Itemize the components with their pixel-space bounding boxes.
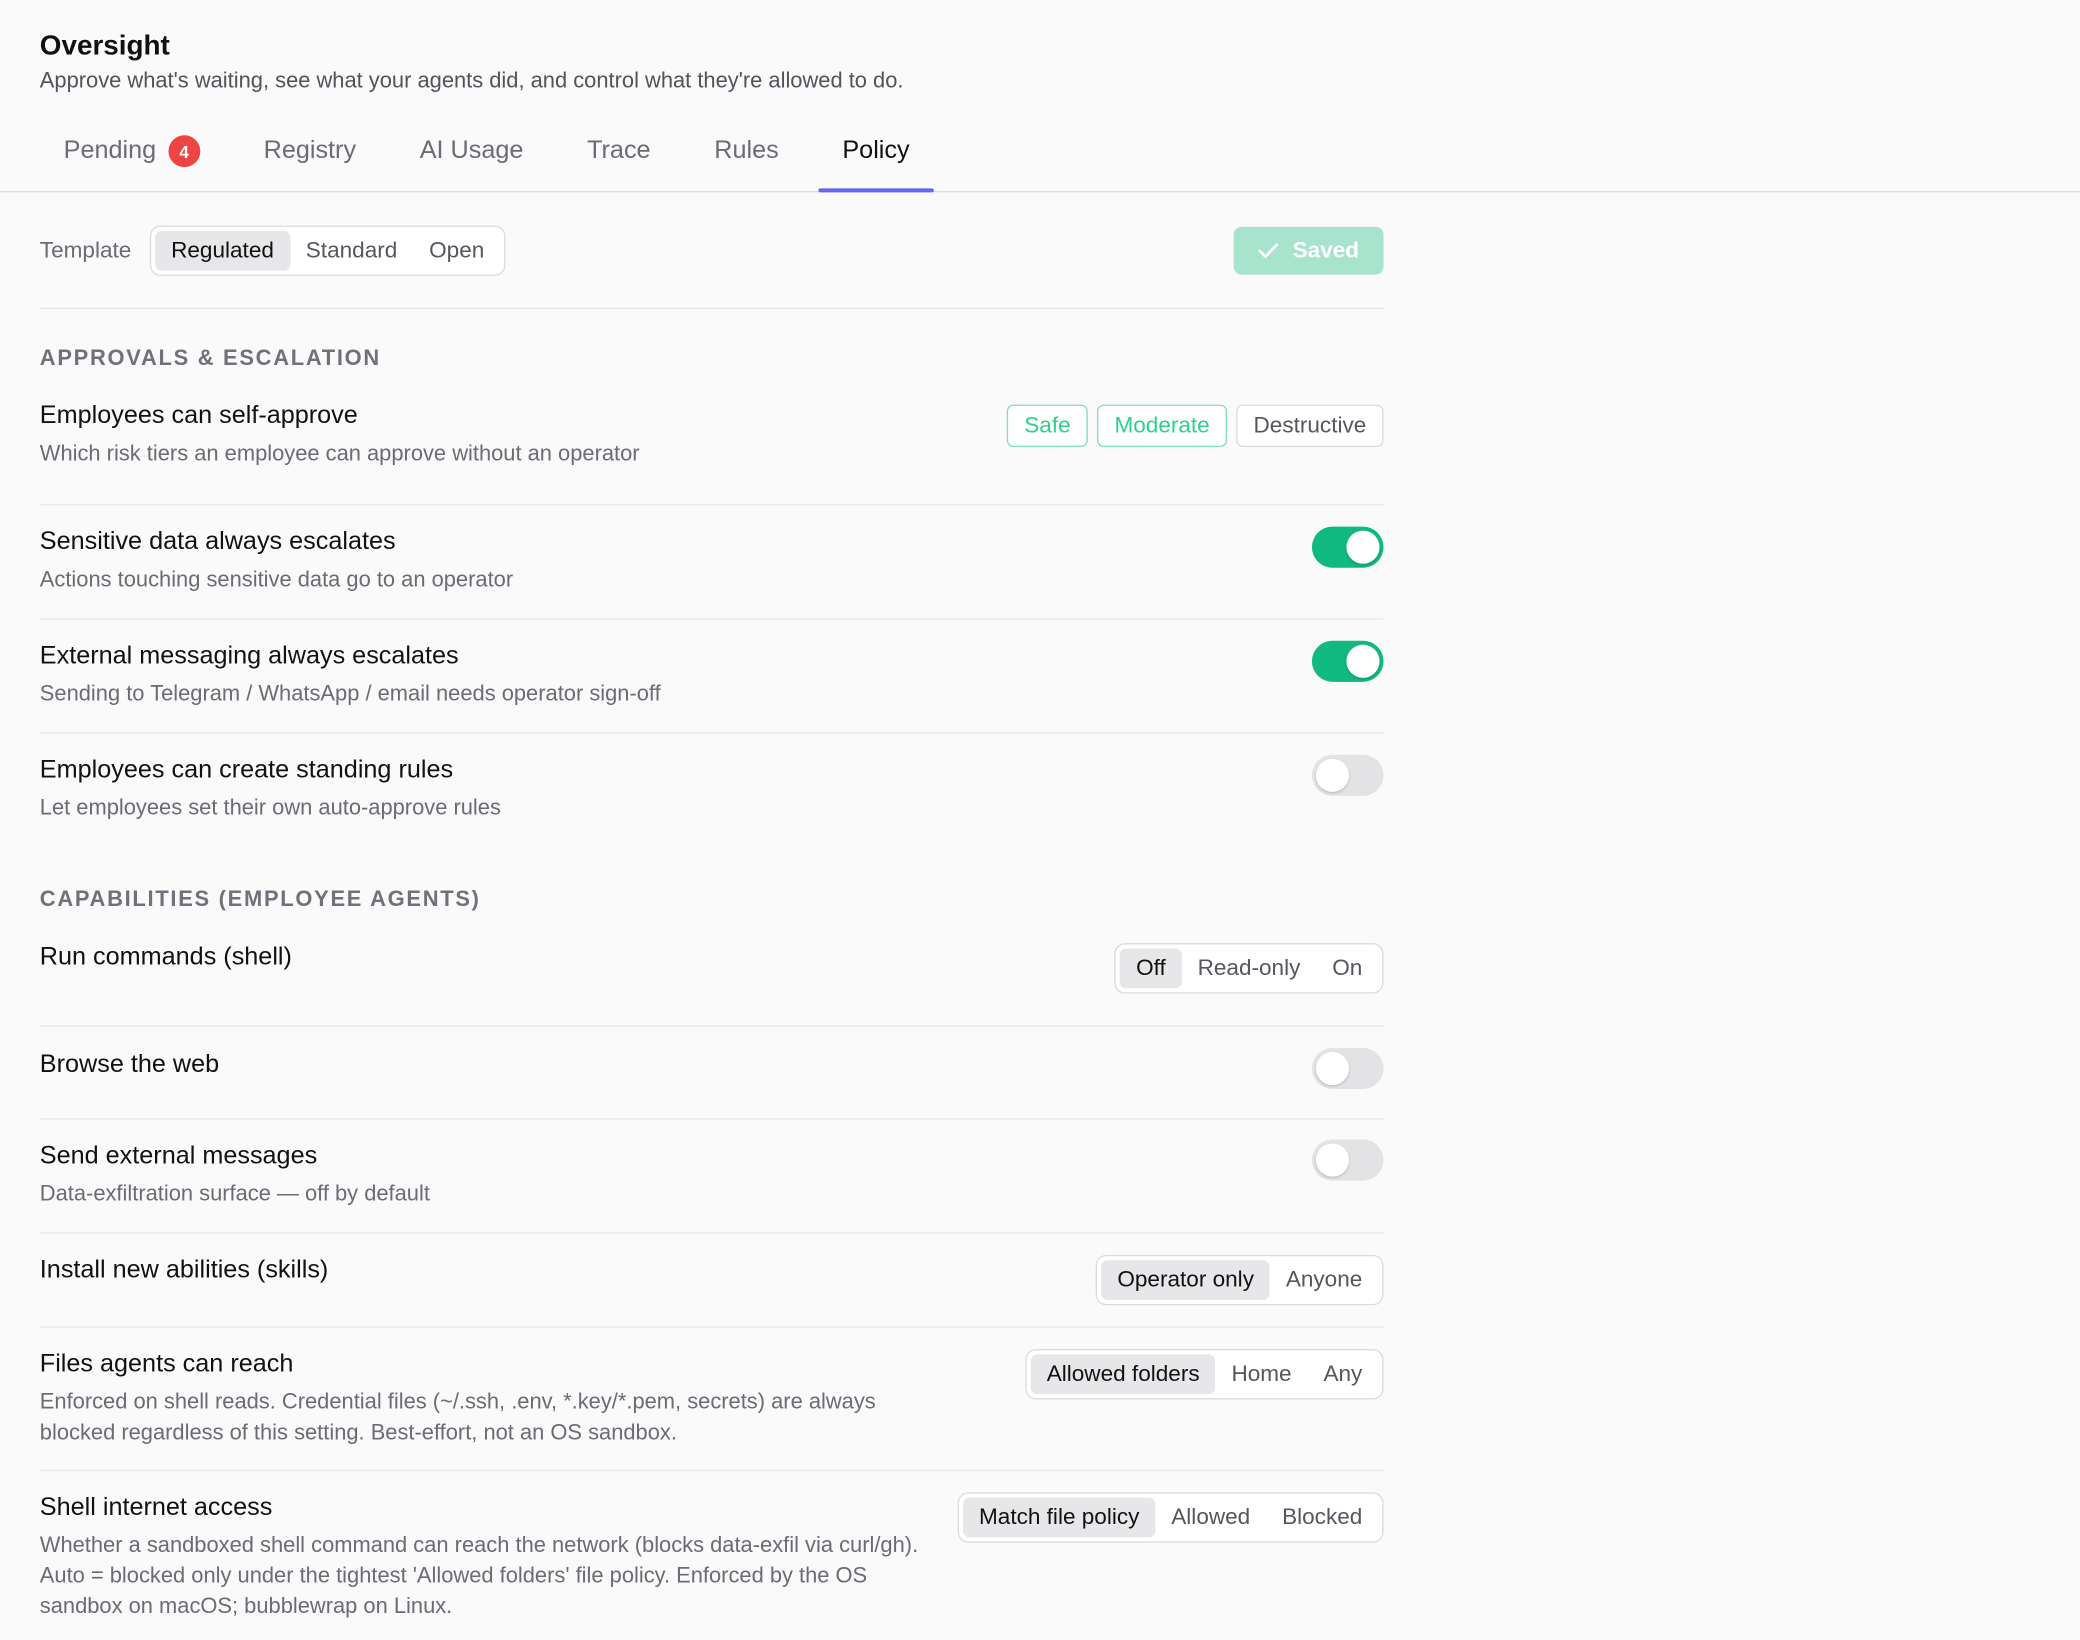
shell-option-on[interactable]: On [1316,948,1378,988]
toggle-knob [1315,758,1350,792]
template-label: Template [39,236,132,262]
skills-option-operator-only[interactable]: Operator only [1101,1260,1270,1300]
files-option-any[interactable]: Any [1308,1354,1379,1394]
chip-destructive[interactable]: Destructive [1236,404,1384,448]
template-segmented-control: Regulated Standard Open [149,224,506,276]
toggle-knob [1346,530,1380,564]
check-icon [1258,242,1279,258]
send-messages-toggle[interactable] [1311,1139,1384,1181]
tab-trace[interactable]: Trace [547,111,674,191]
template-option-regulated[interactable]: Regulated [155,230,290,270]
policy-content: Template Regulated Standard Open Saved A… [39,192,1384,1640]
capabilities-section-title: Capabilities (Employee Agents) [39,887,481,912]
saved-button[interactable]: Saved [1233,226,1384,274]
files-segmented-control: Allowed folders Home Any [1025,1349,1384,1400]
setting-install-skills: Install new abilities (skills) Operator … [39,1234,1384,1328]
setting-description: Enforced on shell reads. Credential file… [39,1390,876,1445]
toggle-knob [1315,1143,1350,1177]
tab-policy[interactable]: Policy [818,111,934,193]
setting-description: Let employees set their own auto-approve… [39,795,501,820]
approvals-section-title: Approvals & Escalation [39,346,381,371]
page-header: Oversight Approve what's waiting, see wh… [0,0,2080,96]
skills-option-anyone[interactable]: Anyone [1270,1260,1378,1300]
setting-label: Sensitive data always escalates [39,527,396,556]
internet-option-match-file-policy[interactable]: Match file policy [963,1497,1156,1538]
setting-label: Employees can create standing rules [39,756,454,784]
external-messaging-toggle[interactable] [1311,640,1384,682]
setting-text: Files agents can reach Enforced on shell… [40,1328,955,1470]
tab-pending[interactable]: Pending 4 [24,111,224,191]
skills-segmented-control: Operator only Anyone [1096,1254,1384,1306]
files-option-home[interactable]: Home [1216,1354,1308,1394]
page-title: Oversight [39,30,170,62]
internet-option-allowed[interactable]: Allowed [1155,1498,1266,1538]
tab-label: Pending [63,136,157,165]
toggle-knob [1346,644,1380,678]
setting-self-approve: Employees can self-approve Which risk ti… [39,379,1384,506]
tab-label: AI Usage [419,136,524,165]
template-row: Template Regulated Standard Open Saved [39,192,1384,310]
setting-text: External messaging always escalates Send… [40,619,661,732]
setting-label: Shell internet access [39,1493,273,1522]
sensitive-data-toggle[interactable] [1311,526,1384,568]
oversight-page: Oversight Approve what's waiting, see wh… [0,0,2080,1640]
template-option-standard[interactable]: Standard [290,230,413,270]
setting-run-commands: Run commands (shell) Off Read-only On [39,921,1384,1027]
setting-label: Install new abilities (skills) [39,1256,329,1285]
setting-sensitive-data: Sensitive data always escalates Actions … [39,505,1384,620]
template-option-open[interactable]: Open [413,230,500,270]
setting-label: Employees can self-approve [39,401,358,430]
chip-safe[interactable]: Safe [1007,404,1088,448]
setting-text: Run commands (shell) [40,921,292,1026]
tab-ai-usage[interactable]: AI Usage [380,111,547,191]
setting-standing-rules: Employees can create standing rules Let … [40,734,1384,848]
internet-segmented-control: Match file policy Allowed Blocked [957,1492,1384,1543]
standing-rules-toggle[interactable] [1311,754,1384,796]
tab-bar: Pending 4 Registry AI Usage Trace Rules … [0,111,2080,193]
setting-description: Which risk tiers an employee can approve… [39,441,640,466]
setting-browse-web: Browse the web [39,1027,1384,1120]
setting-description: Actions touching sensitive data go to an… [39,567,514,592]
shell-mode-segmented-control: Off Read-only On [1114,943,1384,994]
setting-files-reach: Files agents can reach Enforced on shell… [39,1328,1384,1472]
setting-shell-internet: Shell internet access Whether a sandboxe… [40,1471,1384,1640]
tab-label: Registry [263,136,357,165]
shell-option-off[interactable]: Off [1120,948,1182,989]
template-selector: Template Regulated Standard Open [39,224,506,276]
saved-label: Saved [1292,236,1360,262]
setting-description: Whether a sandboxed shell command can re… [39,1533,919,1619]
risk-tier-chips: Safe Moderate Destructive [1007,379,1384,504]
setting-label: Run commands (shell) [39,943,292,971]
setting-text: Send external messages Data-exfiltration… [40,1120,430,1233]
setting-text: Install new abilities (skills) [40,1234,329,1327]
page-subtitle: Approve what's waiting, see what your ag… [39,68,904,93]
setting-description: Data-exfiltration surface — off by defau… [39,1181,430,1206]
files-option-allowed-folders[interactable]: Allowed folders [1030,1354,1216,1395]
browse-web-toggle[interactable] [1311,1047,1384,1090]
setting-description: Sending to Telegram / WhatsApp / email n… [39,681,661,706]
setting-text: Employees can self-approve Which risk ti… [40,379,640,504]
tab-label: Trace [587,136,651,165]
toggle-knob [1315,1051,1350,1086]
tab-label: Rules [714,136,779,165]
setting-text: Employees can create standing rules Let … [40,734,501,848]
tab-rules[interactable]: Rules [674,111,802,191]
setting-external-messaging: External messaging always escalates Send… [39,619,1384,734]
setting-label: Files agents can reach [39,1350,294,1379]
setting-label: External messaging always escalates [39,642,459,670]
setting-text: Shell internet access Whether a sandboxe… [40,1471,929,1640]
tab-registry[interactable]: Registry [224,111,380,191]
setting-text: Browse the web [40,1027,219,1119]
setting-label: Browse the web [39,1050,220,1079]
setting-send-messages: Send external messages Data-exfiltration… [39,1120,1384,1234]
chip-moderate[interactable]: Moderate [1097,404,1227,448]
tab-label: Policy [842,136,910,165]
setting-label: Send external messages [39,1142,318,1170]
internet-option-blocked[interactable]: Blocked [1266,1498,1378,1538]
pending-count-badge: 4 [168,135,200,168]
shell-option-read-only[interactable]: Read-only [1182,948,1317,988]
setting-text: Sensitive data always escalates Actions … [40,505,513,618]
